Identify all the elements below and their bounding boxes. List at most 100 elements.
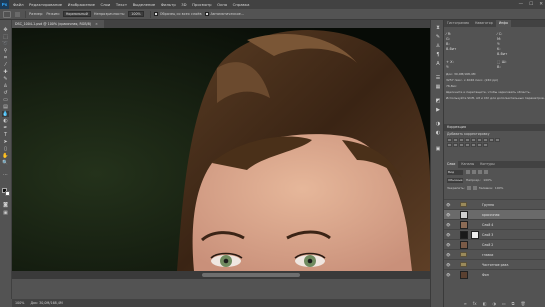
adjustments-title[interactable]: Коррекция	[444, 124, 545, 131]
blur-tool-icon[interactable]: 💧	[2, 111, 9, 117]
new-adjustment-icon[interactable]: ◑	[492, 301, 496, 306]
clone-stamp-tool-icon[interactable]: ♙	[2, 83, 9, 89]
gradient-map-icon[interactable]	[477, 143, 482, 147]
dodge-tool-icon[interactable]: ◐	[2, 118, 9, 124]
paragraph-icon[interactable]: ¶	[434, 52, 442, 59]
menu-edit[interactable]: Редактирование	[29, 2, 62, 7]
styles-icon[interactable]: ◩	[434, 98, 442, 105]
menu-layers[interactable]: Слои	[100, 2, 110, 7]
close-tab-icon[interactable]: ×	[95, 22, 98, 26]
gradient-tool-icon[interactable]: ▤	[2, 104, 9, 110]
tab-layers[interactable]: Слои	[444, 161, 459, 168]
layer-row[interactable]: 👁 Слой 3	[444, 229, 545, 239]
filter-shape-icon[interactable]	[484, 170, 488, 174]
menu-3d[interactable]: 3D	[181, 2, 186, 7]
screen-mode-icon[interactable]: ▣	[2, 210, 9, 216]
brightness-icon[interactable]	[447, 138, 452, 142]
opacity-field[interactable]: 100%	[128, 11, 144, 17]
marquee-tool-icon[interactable]: ⬚	[2, 34, 9, 40]
pen-tool-icon[interactable]: ✒	[2, 125, 9, 131]
quick-select-tool-icon[interactable]: ⚲	[2, 48, 9, 54]
menu-view[interactable]: Просмотр	[192, 2, 212, 7]
sample-all-checkbox[interactable]	[153, 12, 158, 16]
new-group-icon[interactable]: ▭	[502, 301, 506, 306]
hue-saturation-icon[interactable]	[477, 138, 482, 142]
visibility-eye-icon[interactable]: 👁	[446, 233, 450, 237]
layer-row[interactable]: 👁 Группа	[444, 199, 545, 209]
lock-position-icon[interactable]	[472, 186, 477, 190]
path-select-tool-icon[interactable]: ➤	[2, 139, 9, 145]
layer-row[interactable]: 👁 Слой 4	[444, 219, 545, 229]
layer-mask-thumbnail[interactable]	[471, 231, 479, 239]
current-tool-icon[interactable]	[3, 10, 11, 18]
history-icon[interactable]: ⧗	[434, 25, 442, 32]
exposure-icon[interactable]	[465, 138, 470, 142]
menu-select[interactable]: Выделение	[133, 2, 156, 7]
add-mask-icon[interactable]: ◧	[483, 301, 487, 306]
document-tab[interactable]: DSC_1004-1.psd @ 100% (красочная, RGB/8)…	[12, 20, 104, 28]
close-icon[interactable]: ✕	[539, 2, 543, 7]
healing-brush-tool-icon[interactable]: ✚	[2, 69, 9, 75]
visibility-eye-icon[interactable]: 👁	[446, 203, 450, 207]
layer-row[interactable]: 👁 Частотное разл.	[444, 259, 545, 269]
tab-histogram[interactable]: Гистограмма	[444, 20, 472, 27]
swatches-icon[interactable]: ▦	[434, 84, 442, 91]
background-color-swatch[interactable]	[5, 191, 10, 196]
minimize-icon[interactable]: —	[519, 2, 524, 7]
properties-icon[interactable]: ☰	[434, 75, 442, 82]
layers-icon[interactable]: ▣	[434, 146, 442, 153]
quick-mask-icon[interactable]: ◙	[2, 202, 9, 208]
color-balance-icon[interactable]	[483, 138, 488, 142]
maximize-icon[interactable]: ☐	[529, 2, 533, 7]
menu-filter[interactable]: Фильтр	[161, 2, 176, 7]
black-white-icon[interactable]	[489, 138, 494, 142]
zoom-level[interactable]: 100%	[15, 301, 24, 305]
visibility-eye-icon[interactable]: 👁	[446, 253, 450, 257]
auto-enhance-checkbox[interactable]	[204, 12, 209, 16]
layer-row[interactable]: 👁 красочная	[444, 209, 545, 219]
clone-source-icon[interactable]: ♙	[434, 43, 442, 50]
selective-color-icon[interactable]	[483, 143, 488, 147]
hand-tool-icon[interactable]: ✋	[2, 153, 9, 159]
layer-opacity-value[interactable]: 100%	[483, 178, 492, 182]
adjustments-icon[interactable]: ◑	[434, 121, 442, 128]
horizontal-scrollbar[interactable]	[12, 271, 430, 299]
visibility-eye-icon[interactable]: 👁	[446, 213, 450, 217]
visibility-eye-icon[interactable]: 👁	[446, 273, 450, 277]
new-layer-icon[interactable]: ⧉	[512, 301, 515, 306]
document-canvas[interactable]	[12, 28, 430, 271]
visibility-eye-icon[interactable]: 👁	[446, 223, 450, 227]
layer-row[interactable]: 👁 Слой 2	[444, 239, 545, 249]
eyedropper-tool-icon[interactable]: ⁄	[2, 62, 9, 68]
menu-window[interactable]: Окно	[217, 2, 227, 7]
history-brush-tool-icon[interactable]: ↺	[2, 90, 9, 96]
filter-adjust-icon[interactable]	[472, 170, 476, 174]
eraser-tool-icon[interactable]: ▭	[2, 97, 9, 103]
zoom-tool-icon[interactable]: 🔍	[2, 160, 9, 166]
lock-pixels-icon[interactable]	[466, 186, 471, 190]
move-tool-icon[interactable]: ✥	[2, 27, 9, 33]
layer-row[interactable]: 👁 Фон	[444, 269, 545, 279]
link-layers-icon[interactable]: ∞	[463, 301, 466, 306]
posterize-icon[interactable]	[465, 143, 470, 147]
tab-navigator[interactable]: Навигатор	[472, 20, 496, 27]
photo-filter-icon[interactable]	[495, 138, 500, 142]
tab-info[interactable]: Инфо	[495, 20, 511, 27]
crop-tool-icon[interactable]: ⌗	[2, 55, 9, 61]
menu-help[interactable]: Справка	[233, 2, 250, 7]
blend-mode-select[interactable]: Обычные	[447, 177, 463, 183]
layer-kind-filter[interactable]: Вид	[447, 169, 463, 175]
menu-file[interactable]: Файл	[13, 2, 24, 7]
character-icon[interactable]: A	[434, 61, 442, 68]
levels-icon[interactable]	[453, 138, 458, 142]
vibrance-icon[interactable]	[471, 138, 476, 142]
channel-mixer-icon[interactable]	[447, 143, 452, 147]
visibility-eye-icon[interactable]: 👁	[446, 263, 450, 267]
brush-preset-icon[interactable]	[15, 11, 20, 17]
visibility-eye-icon[interactable]: 👁	[446, 243, 450, 247]
actions-icon[interactable]: ▶	[434, 107, 442, 114]
threshold-icon[interactable]	[471, 143, 476, 147]
layer-style-icon[interactable]: fx	[473, 301, 477, 306]
fill-value[interactable]: 100%	[495, 186, 504, 190]
filter-type-icon[interactable]	[478, 170, 482, 174]
